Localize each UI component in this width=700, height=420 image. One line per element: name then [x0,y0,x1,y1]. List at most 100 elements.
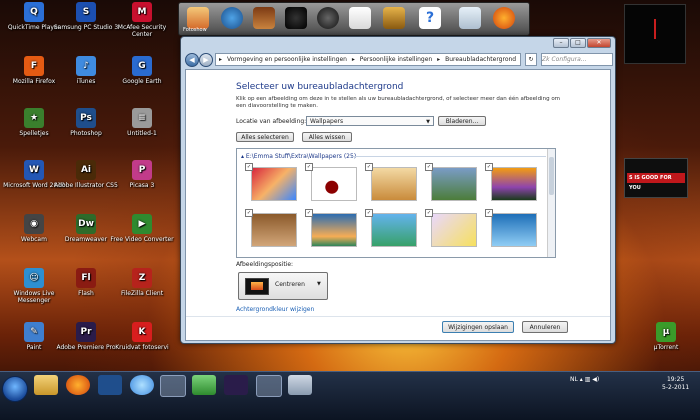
globe-icon[interactable] [221,7,243,29]
breadcrumb[interactable]: ▸ Vormgeving en persoonlijke instellinge… [215,53,521,66]
wallpaper-thumbnail[interactable]: ✓ [425,209,477,249]
wallpaper-thumbnail[interactable]: ✓ [425,163,477,203]
app-icon: S [76,2,96,22]
folder-header[interactable]: ▴ E:\Emma Stuff\Extra\Wallpapers (25) [241,153,546,160]
desktop-icon[interactable]: K Kruidvat fotoservi [108,322,176,351]
wallpaper-thumbnail[interactable]: ✓ [365,209,417,249]
desktop-icon[interactable]: ▶ Free Video Converter [108,214,176,243]
thumbnail-image [251,213,297,247]
messenger-icon[interactable] [192,375,216,395]
recycle-bin-icon[interactable] [459,7,481,29]
clear-all-button[interactable]: Alles wissen [302,132,352,142]
network-icon[interactable]: ▥ [585,376,591,383]
firefox-icon[interactable] [493,7,515,29]
thumbnail-checkbox[interactable]: ✓ [245,163,253,171]
thumbnail-checkbox[interactable]: ✓ [425,163,433,171]
page-description: Klik op een afbeelding om deze in te ste… [236,96,561,109]
save-button[interactable]: Wijzigingen opslaan [442,321,514,333]
location-select[interactable]: Wallpapers ▼ [306,116,434,126]
desktop-icon[interactable]: Z FileZilla Client [108,268,176,297]
notes-icon[interactable] [349,7,371,29]
app-icon: ♪ [76,56,96,76]
premiere-icon[interactable] [224,375,248,395]
system-tray[interactable]: NL ▴ ▥ ◀) [570,376,599,383]
help-icon[interactable]: ? [419,7,441,29]
start-button[interactable] [2,376,28,402]
position-select[interactable]: Centreren ▼ [238,272,328,300]
folder-path: E:\Emma Stuff\Extra\Wallpapers (25) [245,153,357,160]
app-icon: µ [656,322,676,342]
thumbnail-checkbox[interactable]: ✓ [365,163,373,171]
desktop-icon[interactable]: µ µTorrent [632,322,700,351]
lock-icon[interactable] [383,7,405,29]
control-panel-icon[interactable] [256,375,282,397]
thumbnail-image [371,213,417,247]
desktop-icon-label: Free Video Converter [110,236,174,243]
thumbnail-checkbox[interactable]: ✓ [305,209,313,217]
time-text: 19:25 [666,376,685,383]
headphones-icon[interactable] [285,7,307,29]
app-icon: ☺ [24,268,44,288]
thumbnail-checkbox[interactable]: ✓ [365,209,373,217]
location-label: Locatie van afbeelding: [236,118,307,125]
explorer-icon[interactable] [34,375,58,395]
position-value: Centreren [275,281,305,288]
thumbnail-checkbox[interactable]: ✓ [305,163,313,171]
volume-icon[interactable]: ◀) [592,376,599,383]
language-indicator[interactable]: NL [570,376,578,383]
thumbnail-checkbox[interactable]: ✓ [425,209,433,217]
books-icon[interactable] [253,7,275,29]
thumbnail-checkbox[interactable]: ✓ [245,209,253,217]
wallpaper-thumbnail[interactable]: ✓ [365,163,417,203]
breadcrumb-item[interactable]: Bureaubladachtergrond [445,56,516,63]
thumbnail-image [431,167,477,201]
scrollbar-thumb[interactable] [549,157,554,195]
select-all-button[interactable]: Alles selecteren [236,132,294,142]
thumbnail-image [371,167,417,201]
firefox-icon[interactable] [66,375,90,395]
desktop-icon-label: FileZilla Client [120,290,164,297]
refresh-button[interactable]: ↻ [525,53,537,66]
film-reel-icon[interactable] [317,7,339,29]
taskbar: NL ▴ ▥ ◀) 19:25 5-2-2011 [0,371,700,420]
gallery-scrollbar[interactable] [547,149,555,257]
pinned-app-icon[interactable] [288,375,312,395]
close-button[interactable]: ✕ [587,38,611,48]
itunes-icon[interactable] [130,375,154,395]
desktop-icon[interactable]: ≡ Untitled-1 [108,108,176,137]
breadcrumb-item[interactable]: Vormgeving en persoonlijke instellingen [227,56,347,63]
app-icon: Ps [76,108,96,128]
desktop-icon[interactable]: G Google Earth [108,56,176,85]
window-controls: – □ ✕ [553,38,611,48]
cancel-button[interactable]: Annuleren [522,321,568,333]
wallpaper-thumbnail[interactable]: ✓ [245,209,297,249]
change-color-link[interactable]: Achtergrondkleur wijzigen [236,306,314,313]
desktop-icon[interactable]: M McAfee Security Center [108,2,176,38]
taskbar-clock[interactable]: 19:25 5-2-2011 [662,376,689,392]
back-button[interactable]: ◀ [185,53,199,67]
wallpaper-thumbnail[interactable]: ✓ [485,163,537,203]
maximize-button[interactable]: □ [570,38,586,48]
desktop-icon[interactable]: P Picasa 3 [108,160,176,189]
photoshop-icon[interactable] [98,375,122,395]
thumbnail-checkbox[interactable]: ✓ [485,163,493,171]
thumbnail-image [311,167,357,201]
search-input[interactable]: Zk Configura... [541,53,613,66]
word-icon[interactable] [160,375,186,397]
breadcrumb-item[interactable]: Persoonlijke instellingen [360,56,432,63]
wallpaper-thumbnail[interactable]: ✓ [485,209,537,249]
fotoshow-icon[interactable] [187,7,209,29]
minimize-button[interactable]: – [553,38,569,48]
browse-button[interactable]: Bladeren... [438,116,486,126]
ad-widget[interactable]: S IS GOOD FOR YOU [624,158,688,198]
wallpaper-thumbnail[interactable]: ✓ [305,209,357,249]
wallpaper-thumbnail[interactable]: ✓ [305,163,357,203]
divider [351,156,546,157]
desktop-icon-label: McAfee Security Center [117,24,167,38]
app-icon: W [24,160,44,180]
breadcrumb-separator-icon: ▸ [219,56,223,63]
thumbnail-checkbox[interactable]: ✓ [485,209,493,217]
wallpaper-thumbnail[interactable]: ✓ [245,163,297,203]
forward-button[interactable]: ▶ [199,53,213,67]
dock-label: Fotoshow [183,27,207,33]
